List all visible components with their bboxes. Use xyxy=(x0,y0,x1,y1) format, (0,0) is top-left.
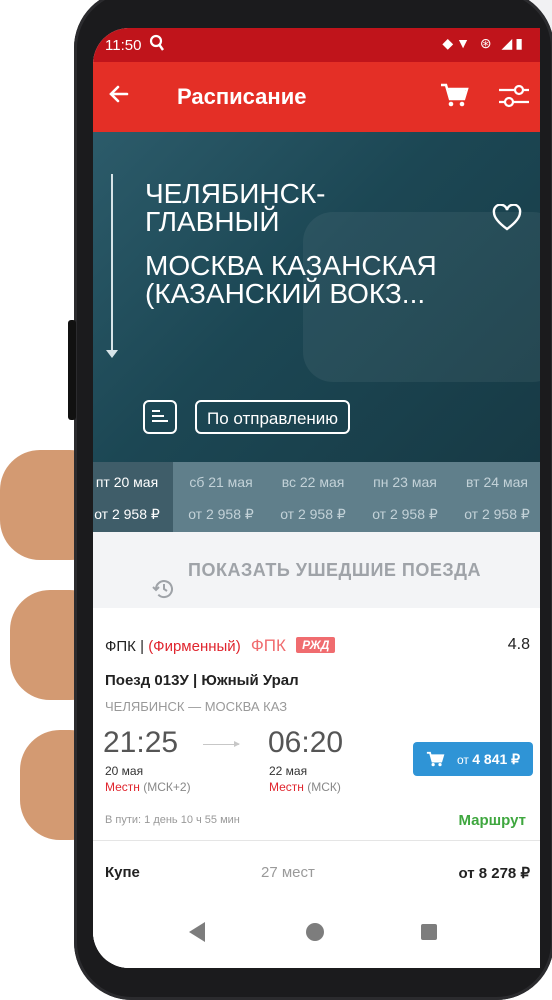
from-station: ЧЕЛЯБИНСК-ГЛАВНЫЙ xyxy=(145,178,326,237)
cart-icon xyxy=(425,749,445,769)
arrival-timezone: Местн (МСК) xyxy=(269,780,341,794)
arrival-date: 22 мая xyxy=(269,764,308,778)
nav-recents-icon[interactable] xyxy=(421,924,437,940)
date-selector: пт 20 мая от 2 958 ₽ сб 21 мая от 2 958 ₽ вс… xyxy=(93,462,540,532)
date-tab-price: от 2 958 ₽ xyxy=(372,506,438,522)
route-line xyxy=(111,174,113,354)
date-tab-label: вс 22 мая xyxy=(281,474,345,490)
departure-tz-offset: (МСК+2) xyxy=(139,780,191,794)
route-link[interactable]: Маршрут xyxy=(458,812,526,829)
toolbar: Расписание xyxy=(93,62,540,132)
sort-icon[interactable] xyxy=(143,400,177,434)
date-tab[interactable]: пн 23 мая от 2 958 ₽ xyxy=(359,462,451,532)
local-time-label: Местн xyxy=(269,780,304,794)
fpk-logo: ФПК xyxy=(250,636,286,655)
class-price: от 8 278 ₽ xyxy=(458,865,530,882)
nav-home-icon[interactable] xyxy=(306,923,324,941)
car-class[interactable]: Купе xyxy=(105,864,140,881)
show-past-trains-button[interactable]: ПОКАЗАТЬ УШЕДШИЕ ПОЕЗДА xyxy=(93,532,540,608)
carrier-row: ФПК | (Фирменный) ФПК РЖД xyxy=(105,636,336,656)
history-clock-icon xyxy=(152,557,176,599)
departure-time: 21:25 xyxy=(103,726,179,759)
status-icons: ◆▼ ⊛ ◢▮ xyxy=(442,35,526,51)
train-type: (Фирменный) xyxy=(148,638,241,655)
buy-ticket-button[interactable]: от 4 841 ₽ xyxy=(413,742,533,776)
departure-date: 20 мая xyxy=(105,764,144,778)
train-name: Поезд 013У | Южный Урал xyxy=(105,672,299,689)
buy-price: 4 841 ₽ xyxy=(472,751,521,767)
sort-by-departure-button[interactable]: По отправлению xyxy=(195,400,351,434)
page-title: Расписание xyxy=(177,84,307,109)
filter-icon[interactable] xyxy=(497,81,531,111)
buy-price-prefix: от xyxy=(457,753,469,767)
date-tab-label: пт 20 мая xyxy=(95,474,159,490)
local-time-label: Местн xyxy=(105,780,140,794)
date-tab-label: пн 23 мая xyxy=(373,474,437,490)
favorite-heart-icon[interactable] xyxy=(492,203,522,232)
date-tab[interactable]: пт 20 мая от 2 958 ₽ xyxy=(93,462,173,532)
buy-price-text: от 4 841 ₽ xyxy=(457,751,520,768)
back-arrow-icon[interactable] xyxy=(105,80,133,108)
status-time: 11:50 xyxy=(105,37,142,54)
time-arrow xyxy=(203,741,240,747)
seats-available: 27 мест xyxy=(261,864,315,881)
arrival-time: 06:20 xyxy=(268,726,344,759)
search-icon xyxy=(149,34,165,56)
system-nav-bar xyxy=(93,896,540,968)
divider xyxy=(93,840,540,841)
show-past-label: ПОКАЗАТЬ УШЕДШИЕ ПОЕЗДА xyxy=(188,560,481,580)
carrier-name: ФПК xyxy=(105,638,136,655)
carrier-separator: | xyxy=(140,638,145,655)
date-tab-price: от 2 958 ₽ xyxy=(188,506,254,522)
arrival-tz-offset: (МСК) xyxy=(303,780,341,794)
departure-timezone: Местн (МСК+2) xyxy=(105,780,191,794)
status-bar: 11:50 ◆▼ ⊛ ◢▮ xyxy=(93,28,540,62)
train-route: ЧЕЛЯБИНСК — МОСКВА КАЗ xyxy=(105,699,288,714)
route-arrow-icon xyxy=(106,350,118,358)
date-tab-label: вт 24 мая xyxy=(466,474,528,490)
travel-time: В пути: 1 день 10 ч 55 мин xyxy=(105,814,240,826)
cart-icon[interactable] xyxy=(438,79,470,111)
date-tab[interactable]: сб 21 мая от 2 958 ₽ xyxy=(175,462,267,532)
rzd-logo: РЖД xyxy=(296,637,336,653)
date-tab-price: от 2 958 ₽ xyxy=(464,506,530,522)
date-tab[interactable]: вс 22 мая от 2 958 ₽ xyxy=(267,462,359,532)
route-header: ЧЕЛЯБИНСК-ГЛАВНЫЙ МОСКВА КАЗАНСКАЯ (КАЗА… xyxy=(93,132,540,462)
phone-side-button xyxy=(68,320,76,420)
date-tab-price: от 2 958 ₽ xyxy=(94,506,160,522)
date-tab[interactable]: вт 24 мая от 2 958 ₽ xyxy=(451,462,540,532)
date-tab-label: сб 21 мая xyxy=(189,474,253,490)
rating: 4.8 xyxy=(507,636,530,653)
phone-screen: 11:50 ◆▼ ⊛ ◢▮ Расписание ЧЕЛЯБИНСК-ГЛАВН… xyxy=(93,28,540,968)
to-station: МОСКВА КАЗАНСКАЯ (КАЗАНСКИЙ ВОКЗ... xyxy=(145,250,437,309)
nav-back-icon[interactable] xyxy=(189,922,205,942)
date-tab-price: от 2 958 ₽ xyxy=(280,506,346,522)
